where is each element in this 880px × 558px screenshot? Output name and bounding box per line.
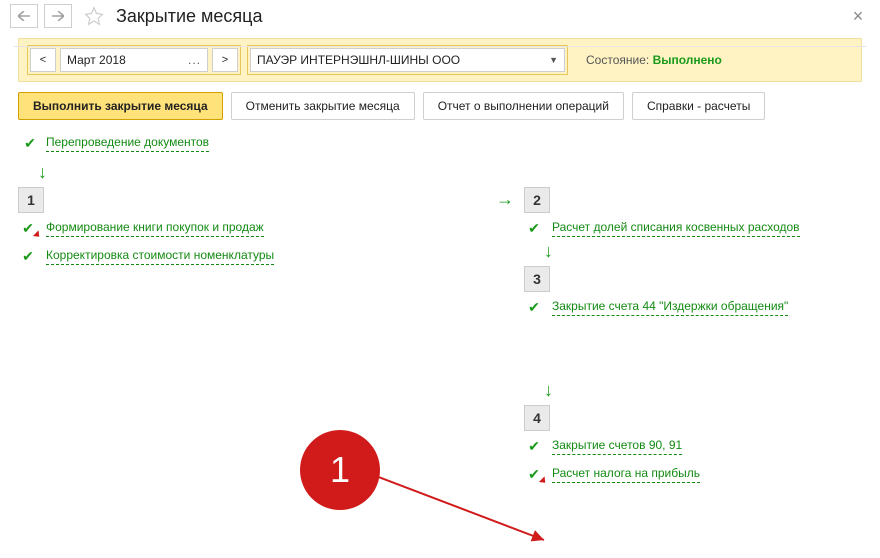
check-icon: ✔ (526, 299, 542, 316)
close-button[interactable]: × (846, 4, 870, 28)
column-right: 2 ✔ Расчет долей списания косвенных расх… (524, 187, 862, 483)
organization-value: ПАУЭР ИНТЕРНЭШНЛ-ШИНЫ ООО (257, 53, 460, 67)
flow-arrow-down-icon: ↓ (544, 380, 862, 401)
op-close9091[interactable]: Закрытие счетов 90, 91 (552, 437, 682, 455)
page-title: Закрытие месяца (116, 6, 840, 27)
step-4-badge: 4 (524, 405, 550, 431)
check-icon: ✔ (526, 220, 542, 237)
step-2-badge: 2 (524, 187, 550, 213)
period-field[interactable]: Март 2018 ... (60, 48, 208, 72)
arrow-left-icon (18, 11, 30, 21)
favorite-star-icon[interactable] (82, 4, 106, 28)
step-1-item: ✔ Корректировка стоимости номенклатуры (20, 247, 486, 265)
column-left: 1 ✔ Формирование книги покупок и продаж … (18, 187, 486, 483)
flow-arrow-right-icon: → (486, 187, 524, 210)
columns: 1 ✔ Формирование книги покупок и продаж … (18, 187, 862, 483)
nav-forward-button[interactable] (44, 4, 72, 28)
step-2: 2 ✔ Расчет долей списания косвенных расх… (524, 187, 862, 237)
step-1-item: ✔ Формирование книги покупок и продаж (20, 219, 486, 237)
status-value: Выполнено (653, 53, 722, 67)
title-bar: Закрытие месяца × (0, 0, 880, 34)
status-block: Состояние: Выполнено (586, 53, 722, 67)
step-4-item: ✔ Расчет налога на прибыль (526, 465, 862, 483)
column-middle: → (486, 187, 524, 483)
action-row: Выполнить закрытие месяца Отменить закры… (18, 92, 862, 120)
pre-step-link[interactable]: Перепроведение документов (46, 134, 209, 152)
nav-back-button[interactable] (10, 4, 38, 28)
flow-arrow-down-icon: ↓ (38, 162, 862, 183)
check-icon: ✔ (22, 135, 38, 152)
op-form-book[interactable]: Формирование книги покупок и продаж (46, 219, 264, 237)
step-3-badge: 3 (524, 266, 550, 292)
content: ✔ Перепроведение документов ↓ 1 ✔ Формир… (18, 130, 862, 483)
check-edit-icon: ✔ (526, 466, 542, 483)
step-3: 3 ✔ Закрытие счета 44 "Издержки обращени… (524, 266, 862, 316)
period-group: < Март 2018 ... > (27, 45, 241, 75)
status-label: Состояние: (586, 53, 649, 67)
step-3-item: ✔ Закрытие счета 44 "Издержки обращения" (526, 298, 862, 316)
check-icon: ✔ (526, 438, 542, 455)
period-prev-button[interactable]: < (30, 48, 56, 72)
arrow-right-icon (52, 11, 64, 21)
period-value: Март 2018 (67, 53, 126, 67)
step-4-item: ✔ Закрытие счетов 90, 91 (526, 437, 862, 455)
period-next-button[interactable]: > (212, 48, 238, 72)
period-select-icon[interactable]: ... (188, 53, 201, 67)
step-4: 4 ✔ Закрытие счетов 90, 91 ✔ Расчет нало… (524, 405, 862, 483)
cancel-close-month-button[interactable]: Отменить закрытие месяца (231, 92, 415, 120)
parameters-bar: < Март 2018 ... > ПАУЭР ИНТЕРНЭШНЛ-ШИНЫ … (18, 38, 862, 82)
flow-arrow-down-icon: ↓ (544, 241, 862, 262)
op-korr-stoim[interactable]: Корректировка стоимости номенклатуры (46, 247, 274, 265)
pre-step-row: ✔ Перепроведение документов (18, 130, 862, 158)
organization-group: ПАУЭР ИНТЕРНЭШНЛ-ШИНЫ ООО ▼ (247, 45, 568, 75)
close-icon: × (853, 6, 864, 27)
op-nalog-prib[interactable]: Расчет налога на прибыль (552, 465, 700, 483)
check-edit-icon: ✔ (20, 220, 36, 237)
operations-report-button[interactable]: Отчет о выполнении операций (423, 92, 624, 120)
step-1-badge: 1 (18, 187, 44, 213)
step-2-item: ✔ Расчет долей списания косвенных расход… (526, 219, 862, 237)
run-close-month-button[interactable]: Выполнить закрытие месяца (18, 92, 223, 120)
calculations-button[interactable]: Справки - расчеты (632, 92, 765, 120)
organization-field[interactable]: ПАУЭР ИНТЕРНЭШНЛ-ШИНЫ ООО ▼ (250, 48, 565, 72)
dropdown-icon[interactable]: ▼ (549, 55, 558, 65)
check-icon: ✔ (20, 248, 36, 265)
op-close44[interactable]: Закрытие счета 44 "Издержки обращения" (552, 298, 788, 316)
step-1: 1 ✔ Формирование книги покупок и продаж … (18, 187, 486, 265)
op-doley[interactable]: Расчет долей списания косвенных расходов (552, 219, 800, 237)
